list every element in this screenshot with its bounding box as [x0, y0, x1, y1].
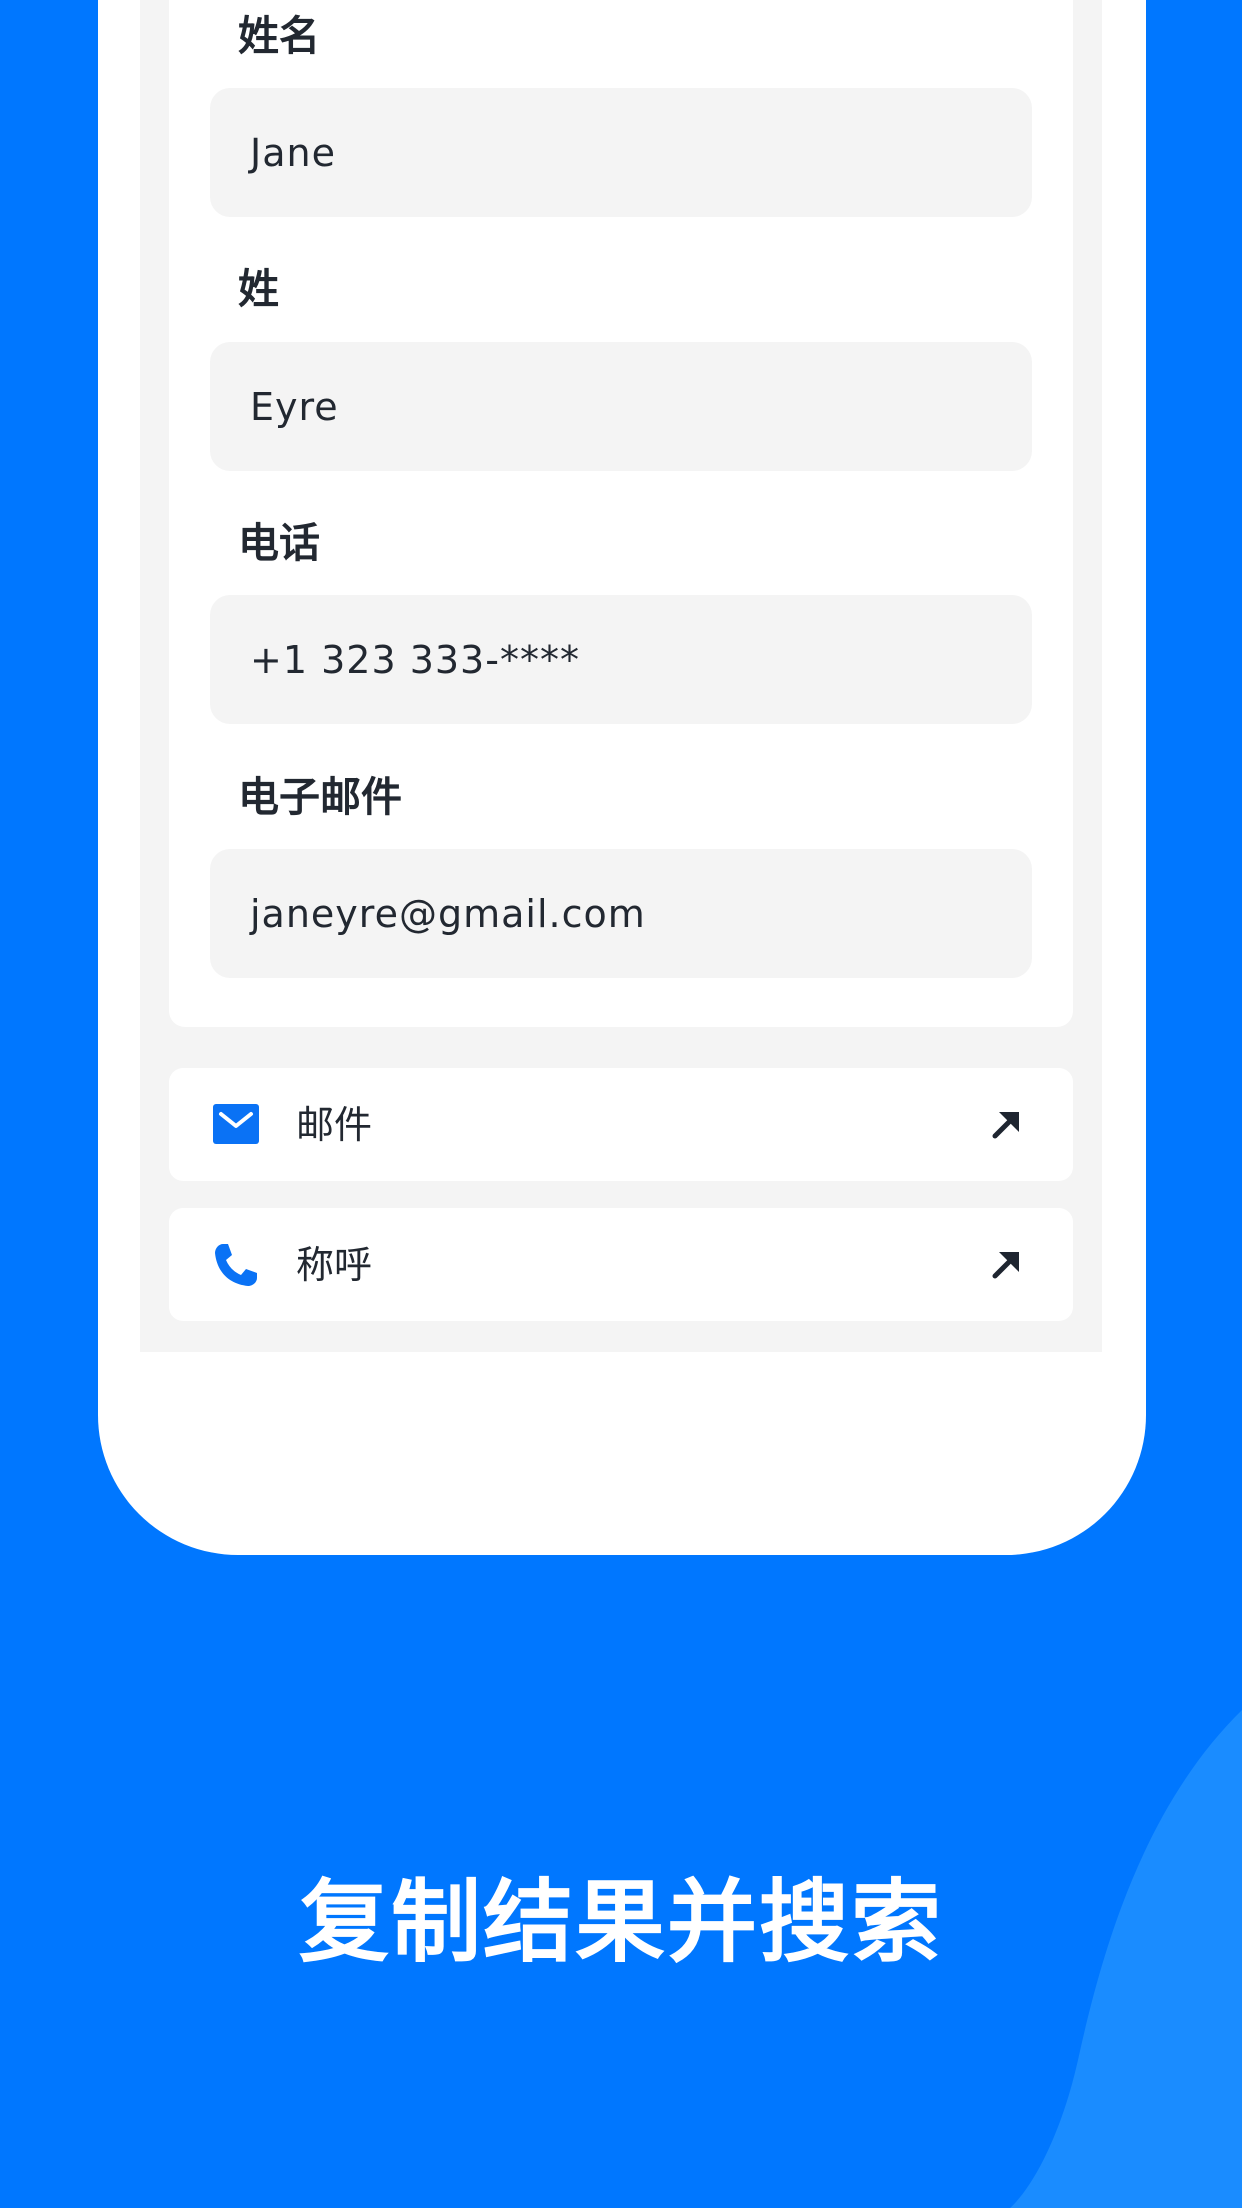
last-name-field[interactable]: Eyre	[210, 342, 1032, 471]
email-label: 电子邮件	[238, 773, 402, 821]
open-arrow-icon	[992, 1112, 1019, 1139]
phone-icon	[215, 1244, 257, 1286]
phone-field[interactable]: +1 323 333-****	[210, 595, 1032, 724]
first-name-field[interactable]: Jane	[210, 88, 1032, 217]
first-name-label: 姓名	[238, 12, 320, 60]
mail-icon	[213, 1104, 259, 1144]
call-action-row[interactable]: 称呼	[169, 1208, 1073, 1321]
promo-caption: 复制结果并搜索	[299, 1870, 943, 1975]
mail-action-label: 邮件	[296, 1103, 373, 1147]
mail-action-row[interactable]: 邮件	[169, 1068, 1073, 1181]
phone-label: 电话	[238, 519, 320, 567]
promo-stage: 姓名 Jane 姓 Eyre 电话 +1 323 333-**** 电子邮件 j…	[0, 0, 1242, 2208]
open-arrow-icon	[992, 1252, 1019, 1279]
email-field[interactable]: janeyre@gmail.com	[210, 849, 1032, 978]
last-name-label: 姓	[238, 265, 279, 313]
call-action-label: 称呼	[296, 1243, 373, 1287]
